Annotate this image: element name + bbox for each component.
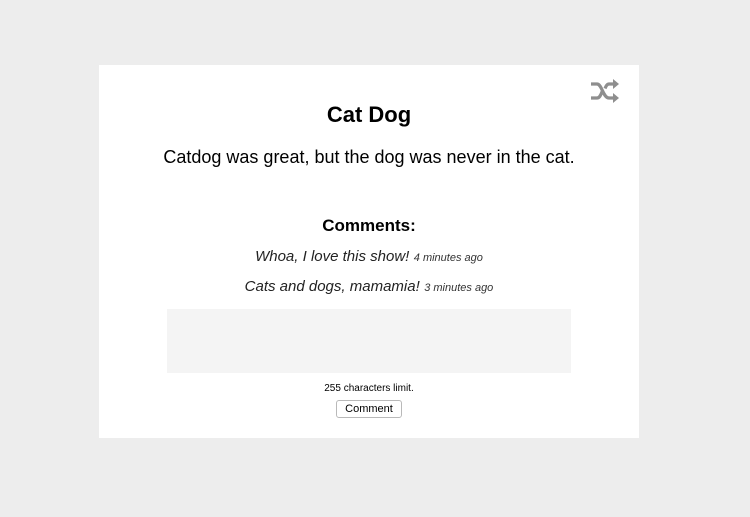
comment-text: Whoa, I love this show! [255, 248, 410, 265]
post-body: Catdog was great, but the dog was never … [163, 147, 575, 167]
comment-item: Cats and dogs, mamamia! 3 minutes ago [99, 277, 639, 298]
comment-textarea[interactable] [167, 309, 571, 373]
comment-text: Cats and dogs, mamamia! [244, 278, 420, 295]
comment-button[interactable]: Comment [336, 400, 402, 418]
comments-heading: Comments: [322, 216, 416, 235]
comment-item: Whoa, I love this show! 4 minutes ago [99, 247, 639, 268]
post-card: Cat Dog Catdog was great, but the dog wa… [99, 65, 639, 438]
post-title: Cat Dog [326, 102, 412, 127]
comment-timestamp: 3 minutes ago [424, 282, 494, 294]
comment-timestamp: 4 minutes ago [413, 252, 483, 264]
character-limit-note: 255 characters limit. [324, 383, 414, 394]
